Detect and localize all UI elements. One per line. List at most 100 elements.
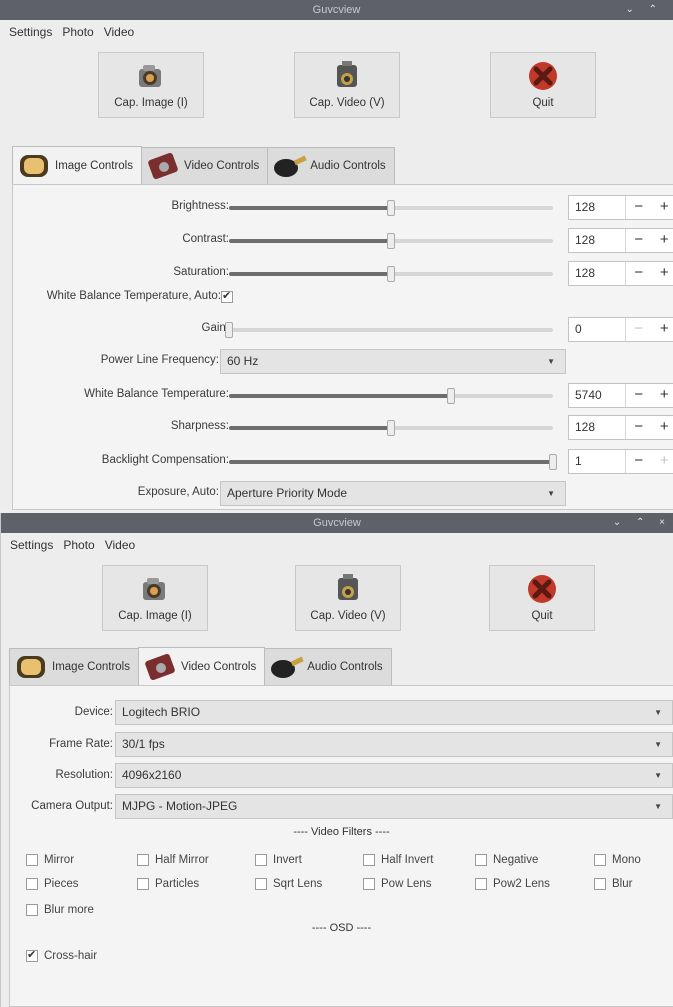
crosshair-checkbox[interactable] <box>26 948 38 962</box>
menu-photo[interactable]: Photo <box>57 20 98 44</box>
tab-video-controls-label: Video Controls <box>180 660 257 673</box>
filter-particles-item[interactable]: Particles <box>137 878 199 890</box>
crosshair-checkbox-item[interactable]: Cross-hair <box>26 948 97 962</box>
brightness-slider[interactable] <box>229 200 553 216</box>
filter-particles-checkbox[interactable] <box>137 878 149 890</box>
wb-temp-decrement-button[interactable]: − <box>626 384 652 407</box>
cap-video-button[interactable]: Cap. Video (V) <box>294 52 400 118</box>
filter-blur-more-item[interactable]: Blur more <box>26 904 94 916</box>
contrast-value[interactable]: 128 <box>569 229 627 252</box>
filter-mirror-item[interactable]: Mirror <box>26 854 74 866</box>
tab-image-controls[interactable]: Image Controls <box>9 648 139 685</box>
filter-pow2-lens-item[interactable]: Pow2 Lens <box>475 878 550 890</box>
filter-invert-label: Invert <box>273 854 302 867</box>
filter-half-mirror-item[interactable]: Half Mirror <box>137 854 209 866</box>
filter-blur-checkbox[interactable] <box>594 878 606 890</box>
filter-mirror-checkbox[interactable] <box>26 854 38 866</box>
sharpness-slider[interactable] <box>229 420 553 436</box>
sharpness-decrement-button[interactable]: − <box>626 416 652 439</box>
filter-invert-item[interactable]: Invert <box>255 854 302 866</box>
cap-image-button[interactable]: Cap. Image (I) <box>102 565 208 631</box>
gain-spinbox[interactable]: 0 − + <box>568 317 673 342</box>
menu-settings[interactable]: Settings <box>5 533 58 557</box>
filter-blur-more-checkbox[interactable] <box>26 904 38 916</box>
wb-temp-slider[interactable] <box>229 388 553 404</box>
power-line-dropdown[interactable]: 60 Hz ▼ <box>220 349 566 374</box>
exposure-auto-value: Aperture Priority Mode <box>227 486 348 500</box>
brightness-decrement-button[interactable]: − <box>626 196 652 219</box>
backlight-slider[interactable] <box>229 454 557 470</box>
window-controls[interactable]: ⌄ ⌃ × <box>613 513 671 533</box>
frame-rate-dropdown[interactable]: 30/1 fps ▼ <box>115 732 673 757</box>
filter-negative-label: Negative <box>493 854 539 867</box>
sharpness-value[interactable]: 128 <box>569 416 627 439</box>
camera-output-value: MJPG - Motion-JPEG <box>122 799 238 813</box>
filter-invert-checkbox[interactable] <box>255 854 267 866</box>
menu-photo[interactable]: Photo <box>58 533 99 557</box>
tab-video-controls[interactable]: Video Controls <box>137 647 266 685</box>
resolution-dropdown[interactable]: 4096x2160 ▼ <box>115 763 673 788</box>
contrast-spinbox[interactable]: 128 − + <box>568 228 673 253</box>
cap-video-button[interactable]: Cap. Video (V) <box>295 565 401 631</box>
filter-sqrt-lens-item[interactable]: Sqrt Lens <box>255 878 322 890</box>
filter-pieces-checkbox[interactable] <box>26 878 38 890</box>
wb-auto-checkbox[interactable] <box>221 289 233 303</box>
saturation-increment-button[interactable]: + <box>652 262 673 285</box>
gain-value[interactable]: 0 <box>569 318 627 341</box>
wb-auto-label: White Balance Temperature, Auto: <box>46 290 221 302</box>
saturation-slider[interactable] <box>229 266 553 282</box>
device-dropdown[interactable]: Logitech BRIO ▼ <box>115 700 673 725</box>
filter-mono-item[interactable]: Mono <box>594 854 641 866</box>
contrast-slider[interactable] <box>229 233 553 249</box>
wb-temp-spinbox[interactable]: 5740 − + <box>568 383 673 408</box>
filter-pieces-item[interactable]: Pieces <box>26 878 79 890</box>
menu-video[interactable]: Video <box>100 533 140 557</box>
wb-temp-value[interactable]: 5740 <box>569 384 627 407</box>
gain-slider[interactable] <box>225 322 553 338</box>
tab-image-controls[interactable]: Image Controls <box>12 146 142 184</box>
tab-video-controls[interactable]: Video Controls <box>140 147 269 184</box>
backlight-value[interactable]: 1 <box>569 450 627 473</box>
filter-pow-lens-checkbox[interactable] <box>363 878 375 890</box>
quit-button[interactable]: Quit <box>490 52 596 118</box>
gain-decrement-button[interactable]: − <box>626 318 652 341</box>
wb-temp-increment-button[interactable]: + <box>652 384 673 407</box>
filter-negative-checkbox[interactable] <box>475 854 487 866</box>
contrast-decrement-button[interactable]: − <box>626 229 652 252</box>
saturation-decrement-button[interactable]: − <box>626 262 652 285</box>
exposure-auto-dropdown[interactable]: Aperture Priority Mode ▼ <box>220 481 566 506</box>
menu-settings[interactable]: Settings <box>4 20 57 44</box>
saturation-value[interactable]: 128 <box>569 262 627 285</box>
title-bar[interactable]: Guvcview ⌄ ⌃ × <box>1 513 673 533</box>
brightness-label: Brightness: <box>171 200 229 212</box>
filter-half-invert-item[interactable]: Half Invert <box>363 854 433 866</box>
filter-pow2-lens-checkbox[interactable] <box>475 878 487 890</box>
brightness-value[interactable]: 128 <box>569 196 627 219</box>
tab-audio-controls[interactable]: Audio Controls <box>264 648 392 685</box>
saturation-spinbox[interactable]: 128 − + <box>568 261 673 286</box>
filter-pow-lens-item[interactable]: Pow Lens <box>363 878 432 890</box>
tab-audio-controls[interactable]: Audio Controls <box>267 147 395 184</box>
quit-button[interactable]: Quit <box>489 565 595 631</box>
sharpness-increment-button[interactable]: + <box>652 416 673 439</box>
cap-image-button[interactable]: Cap. Image (I) <box>98 52 204 118</box>
gain-increment-button[interactable]: + <box>652 318 673 341</box>
filter-mono-checkbox[interactable] <box>594 854 606 866</box>
backlight-decrement-button[interactable]: − <box>626 450 652 473</box>
window-controls[interactable]: ⌄ ⌃ <box>625 0 663 20</box>
brightness-spinbox[interactable]: 128 − + <box>568 195 673 220</box>
contrast-increment-button[interactable]: + <box>652 229 673 252</box>
exposure-auto-label: Exposure, Auto: <box>137 486 219 498</box>
title-bar[interactable]: Guvcview ⌄ ⌃ <box>0 0 673 20</box>
filter-half-invert-checkbox[interactable] <box>363 854 375 866</box>
backlight-increment-button[interactable]: + <box>652 450 673 473</box>
camera-output-dropdown[interactable]: MJPG - Motion-JPEG ▼ <box>115 794 673 819</box>
filter-negative-item[interactable]: Negative <box>475 854 538 866</box>
menu-video[interactable]: Video <box>99 20 139 44</box>
filter-half-mirror-checkbox[interactable] <box>137 854 149 866</box>
sharpness-spinbox[interactable]: 128 − + <box>568 415 673 440</box>
brightness-increment-button[interactable]: + <box>652 196 673 219</box>
filter-blur-item[interactable]: Blur <box>594 878 632 890</box>
filter-sqrt-lens-checkbox[interactable] <box>255 878 267 890</box>
backlight-spinbox[interactable]: 1 − + <box>568 449 673 474</box>
